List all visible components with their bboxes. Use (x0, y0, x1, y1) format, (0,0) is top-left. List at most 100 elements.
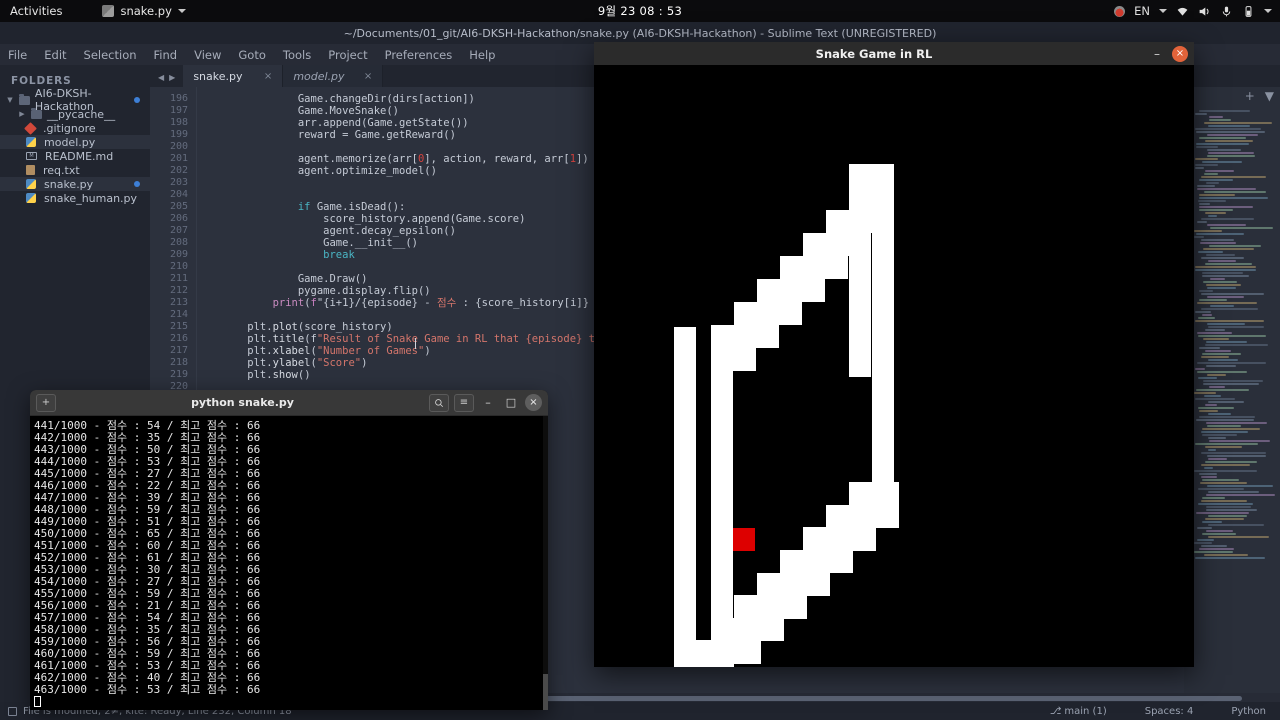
sidebar-item-label: __pycache__ (47, 108, 115, 121)
sidebar-item-snake-py[interactable]: snake.py (0, 177, 150, 191)
close-icon[interactable]: × (364, 71, 372, 82)
minimap-line (1210, 305, 1234, 307)
minimap-line (1206, 509, 1257, 511)
minimap-line (1208, 515, 1247, 517)
terminal-output[interactable]: 441/1000 - 점수 : 54 / 최고 점수 : 66 442/1000 … (30, 416, 548, 710)
terminal-title-bar[interactable]: + python snake.py ≡ – □ × (30, 390, 548, 416)
food-block (733, 528, 755, 551)
system-status-area[interactable]: EN (1114, 4, 1272, 18)
new-pane-icon[interactable]: + (1245, 89, 1255, 103)
minimap-line (1203, 248, 1254, 250)
minimap-line (1197, 332, 1232, 334)
minimap-buttons[interactable]: + ▼ (1245, 89, 1274, 103)
sidebar-item-model-py[interactable]: model.py (0, 135, 150, 149)
game-title-bar[interactable]: Snake Game in RL – × (594, 42, 1194, 65)
line-number: 210 (150, 261, 188, 273)
sidebar-item-pycache[interactable]: ▶ __pycache__ (0, 107, 150, 121)
menu-item-view[interactable]: View (194, 48, 221, 62)
sidebar-item-gitignore[interactable]: .gitignore (0, 121, 150, 135)
clock-button[interactable]: 9월 23 08 : 53 (0, 3, 1280, 19)
sidebar-item-snake-human-py[interactable]: snake_human.py (0, 191, 150, 205)
minimap-line (1201, 308, 1258, 310)
minimap-line (1201, 476, 1217, 478)
window-title: ~/Documents/01_git/AI6-DKSH-Hackathon/sn… (0, 22, 1280, 44)
minimap-line (1207, 155, 1255, 157)
chevron-down-icon[interactable]: ▼ (1265, 89, 1274, 103)
chevron-down-icon[interactable] (1264, 9, 1272, 13)
minimap-line (1205, 461, 1257, 463)
minimap-line (1206, 506, 1251, 508)
chevron-down-icon[interactable]: ▼ (6, 96, 14, 104)
chevron-right-icon[interactable]: ▶ (18, 110, 26, 118)
tab-model-py[interactable]: model.py × (283, 65, 383, 87)
line-number: 201 (150, 153, 188, 165)
minimap-line (1210, 278, 1225, 280)
menu-item-selection[interactable]: Selection (84, 48, 137, 62)
minimap-line (1204, 467, 1213, 469)
minimap[interactable]: + ▼ (1184, 87, 1280, 693)
menu-item-tools[interactable]: Tools (283, 48, 311, 62)
tab-scroll-right-icon[interactable]: ▶ (169, 73, 175, 82)
minimap-line (1194, 542, 1212, 544)
search-icon[interactable] (429, 394, 449, 412)
tab-scroll-left-icon[interactable]: ◀ (158, 73, 164, 82)
line-number: 212 (150, 285, 188, 297)
minimap-line (1194, 551, 1233, 553)
minimap-line (1195, 113, 1207, 115)
close-button[interactable]: × (1172, 46, 1188, 62)
line-number: 213 (150, 297, 188, 309)
minimap-line (1207, 134, 1258, 136)
maximize-button[interactable]: □ (502, 394, 520, 412)
menu-item-file[interactable]: File (8, 48, 27, 62)
sidebar-item-label: snake_human.py (44, 192, 137, 205)
minimap-line (1210, 227, 1273, 229)
pygame-window: Snake Game in RL – × (594, 42, 1194, 667)
indentation-setting[interactable]: Spaces: 4 (1145, 706, 1194, 717)
menu-item-edit[interactable]: Edit (44, 48, 66, 62)
menu-item-help[interactable]: Help (469, 48, 495, 62)
close-icon[interactable]: × (264, 71, 272, 82)
sidebar-item-req-txt[interactable]: req.txt (0, 163, 150, 177)
minimap-line (1200, 242, 1236, 244)
line-number: 202 (150, 165, 188, 177)
minimap-line (1206, 284, 1241, 286)
minimap-line (1206, 341, 1247, 343)
minimap-line (1195, 311, 1211, 313)
minimap-line (1195, 128, 1261, 130)
game-canvas[interactable] (594, 65, 1194, 667)
menu-item-project[interactable]: Project (328, 48, 367, 62)
minimap-line (1197, 221, 1207, 223)
minimap-line (1195, 368, 1205, 370)
minimap-line (1203, 338, 1229, 340)
keyboard-layout-label[interactable]: EN (1134, 4, 1150, 18)
menu-item-goto[interactable]: Goto (238, 48, 266, 62)
minimap-line (1208, 524, 1264, 526)
scrollbar-thumb[interactable] (543, 674, 548, 710)
tab-scroll-controls[interactable]: ◀ ▶ (150, 73, 183, 87)
snake-segment (849, 187, 871, 377)
git-branch-indicator[interactable]: ⎇ main (1) (1050, 706, 1107, 717)
snake-segment (711, 325, 733, 667)
battery-icon (1242, 5, 1255, 18)
minimize-button[interactable]: – (479, 394, 497, 412)
minimap-line (1203, 380, 1263, 382)
scrollbar-thumb[interactable] (522, 696, 1242, 701)
menu-item-preferences[interactable]: Preferences (385, 48, 453, 62)
tab-snake-py[interactable]: snake.py × (183, 65, 283, 87)
sidebar-item-readme-md[interactable]: M README.md (0, 149, 150, 163)
sidebar-item-label: snake.py (44, 178, 93, 191)
hamburger-icon[interactable]: ≡ (454, 394, 474, 412)
close-button[interactable]: × (525, 394, 542, 411)
minimap-line (1198, 335, 1266, 337)
new-tab-button[interactable]: + (36, 394, 56, 412)
terminal-window: + python snake.py ≡ – □ × 441/1000 - 점수 … (30, 390, 548, 710)
terminal-title: python snake.py (61, 396, 424, 409)
menu-item-find[interactable]: Find (154, 48, 178, 62)
minimize-button[interactable]: – (1148, 47, 1166, 61)
syntax-setting[interactable]: Python (1231, 706, 1266, 717)
sidebar-item-ai6-dksh-hackathon[interactable]: ▼ AI6-DKSH-Hackathon (0, 93, 150, 107)
minimap-line (1207, 149, 1241, 151)
minimap-line (1206, 254, 1235, 256)
sidebar-toggle-icon[interactable] (8, 707, 17, 716)
terminal-scrollbar[interactable] (543, 416, 548, 710)
